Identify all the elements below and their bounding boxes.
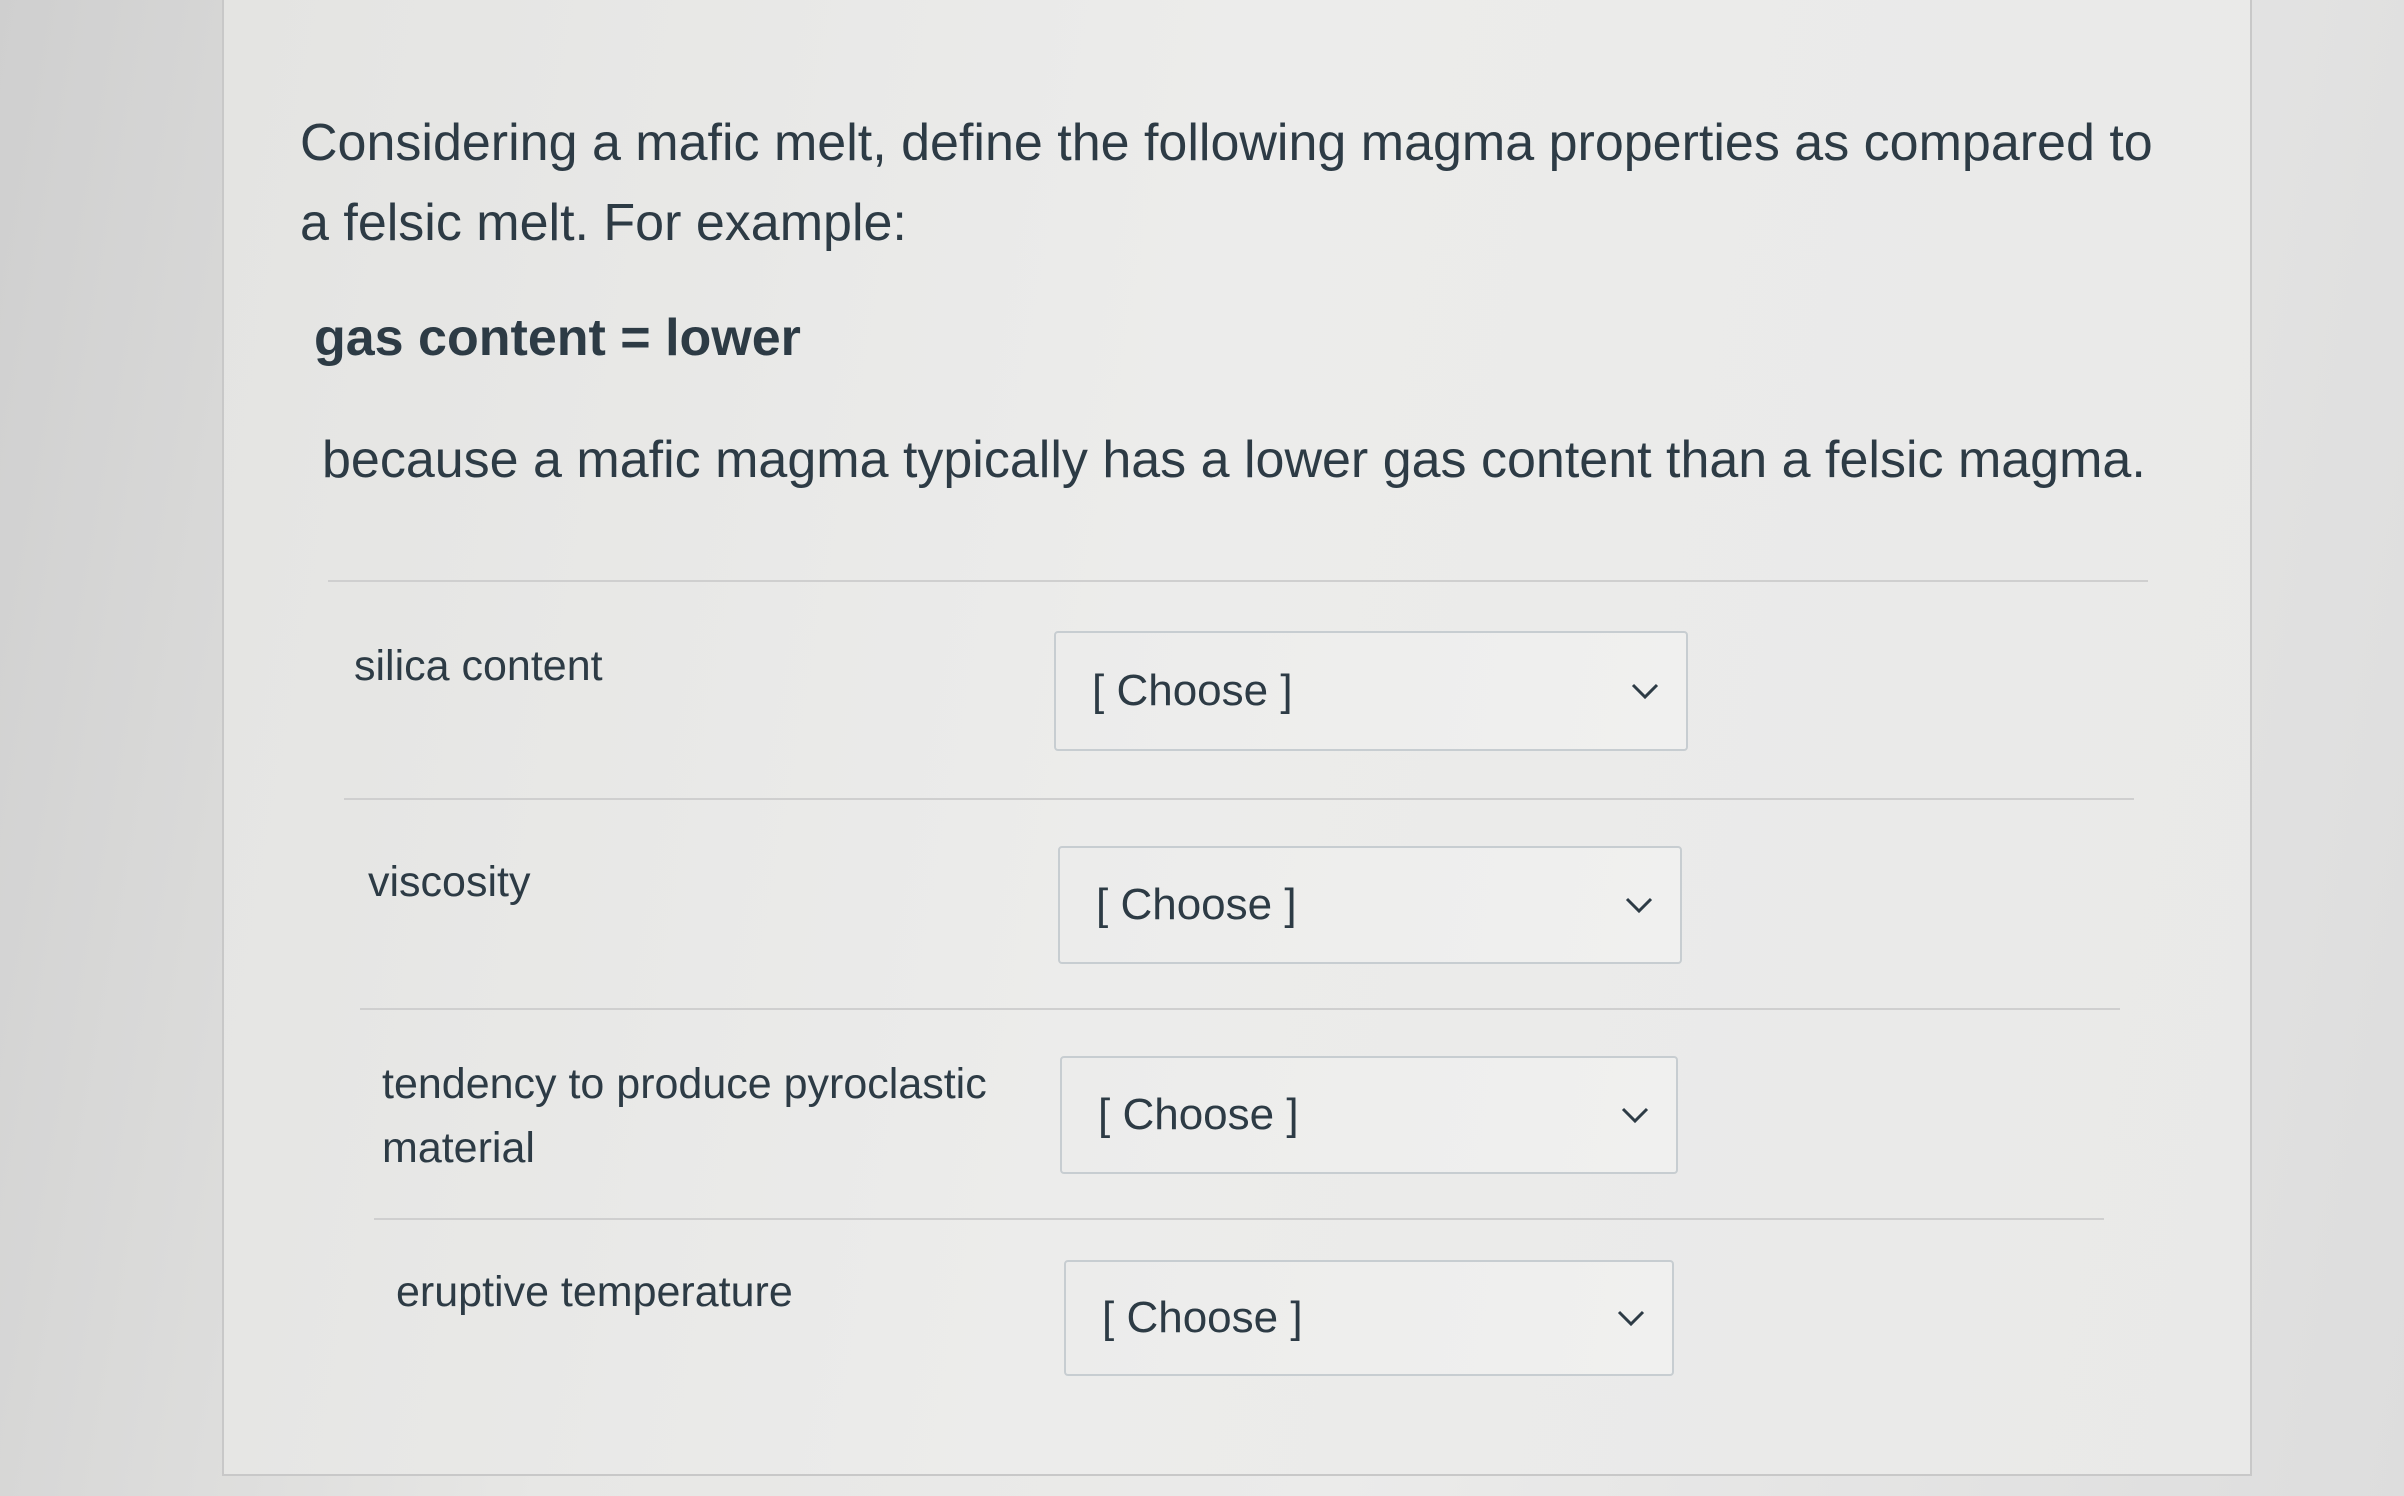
select-pyroclastic-tendency[interactable]: [ Choose ] (1060, 1056, 1678, 1174)
select-eruptive-temperature[interactable]: [ Choose ] (1064, 1260, 1674, 1376)
divider (344, 798, 2134, 800)
question-card: Considering a mafic melt, define the fol… (222, 0, 2252, 1476)
item-label-viscosity: viscosity (368, 858, 531, 906)
select-value: [ Choose ] (1102, 1293, 1303, 1342)
item-label-pyroclastic-tendency: tendency to produce pyroclastic material (382, 1060, 987, 1172)
divider (374, 1218, 2104, 1220)
divider (360, 1008, 2120, 1010)
item-label-silica-content: silica content (354, 642, 603, 690)
select-silica-content[interactable]: [ Choose ] (1054, 631, 1688, 751)
select-viscosity[interactable]: [ Choose ] (1058, 846, 1682, 964)
chevron-down-icon (1621, 1107, 1649, 1124)
divider (328, 580, 2148, 582)
chevron-down-icon (1631, 683, 1659, 700)
select-value: [ Choose ] (1098, 1090, 1299, 1139)
chevron-down-icon (1617, 1310, 1645, 1327)
select-value: [ Choose ] (1096, 880, 1297, 929)
screen: Considering a mafic melt, define the fol… (0, 0, 2404, 1496)
select-value: [ Choose ] (1092, 666, 1293, 715)
chevron-down-icon (1625, 897, 1653, 914)
item-label-eruptive-temperature: eruptive temperature (396, 1268, 793, 1316)
question-prompt: Considering a mafic melt, define the fol… (300, 114, 2153, 252)
example-answer: gas content = lower (314, 309, 801, 367)
example-explanation: because a mafic magma typically has a lo… (322, 431, 2146, 489)
